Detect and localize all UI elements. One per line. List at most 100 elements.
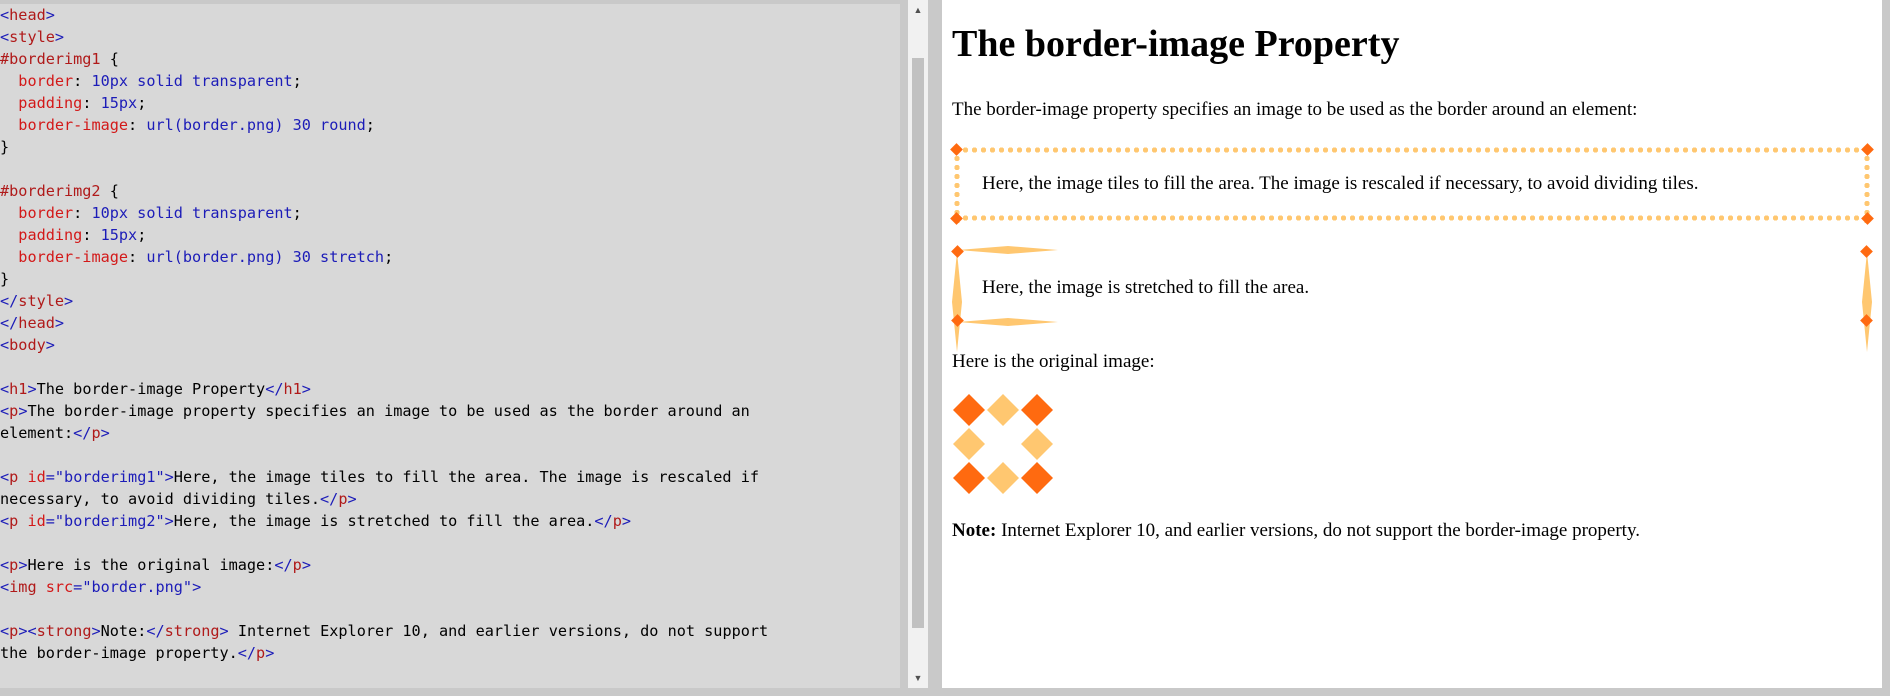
scroll-up-arrow-icon[interactable]: ▲ <box>908 0 928 20</box>
code-token: { <box>100 182 119 200</box>
code-token: src <box>45 578 74 596</box>
code-token: < <box>0 6 10 24</box>
code-token: border <box>18 72 74 90</box>
code-token: > <box>54 28 65 46</box>
code-token: head <box>9 6 46 24</box>
code-line: <img src="border.png"> <box>0 576 900 598</box>
code-token: </ <box>0 314 19 332</box>
code-line: ​ <box>0 158 900 180</box>
code-token: > <box>27 380 37 398</box>
scroll-thumb[interactable] <box>912 58 924 628</box>
code-token: </ <box>0 292 19 310</box>
code-line: </head> <box>0 312 900 334</box>
code-token: strong <box>164 622 220 640</box>
borderimg1-box: Here, the image tiles to fill the area. … <box>950 143 1874 225</box>
code-line: <head> <box>0 4 900 26</box>
code-line: #borderimg2 { <box>0 180 900 202</box>
corner-diamond-icon <box>950 143 963 156</box>
code-token: < <box>0 578 10 596</box>
code-token: </ <box>320 490 339 508</box>
code-token: id <box>27 512 46 530</box>
pane-divider[interactable] <box>930 0 942 696</box>
code-token: body <box>9 336 46 354</box>
code-line: element:</p> <box>0 422 900 444</box>
code-token: >< <box>18 622 37 640</box>
code-token: > <box>347 490 357 508</box>
code-token: head <box>18 314 55 332</box>
code-line: <style> <box>0 26 900 48</box>
code-line: ​ <box>0 598 900 620</box>
code-token: > <box>265 644 275 662</box>
code-token: border-image <box>18 248 129 266</box>
code-line: border-image: url(border.png) 30 stretch… <box>0 246 900 268</box>
code-token: ; <box>365 116 375 134</box>
code-token: style <box>9 28 55 46</box>
code-token: Here, the image is stretched to fill the… <box>173 512 595 530</box>
borderimg2-box: Here, the image is stretched to fill the… <box>951 245 1873 352</box>
borderimg2-text: Here, the image is stretched to fill the… <box>982 277 1310 298</box>
code-token: { <box>100 50 119 68</box>
code-token: strong <box>36 622 92 640</box>
code-token: > <box>45 6 55 24</box>
code-line: padding: 15px; <box>0 92 900 114</box>
corner-diamond-icon <box>1861 143 1874 156</box>
code-token: ; <box>384 248 394 266</box>
code-token: border-image <box>18 116 129 134</box>
code-token: ; <box>292 204 302 222</box>
code-token: The border-image Property <box>36 380 266 398</box>
code-token: h1 <box>9 380 28 398</box>
code-token: 10px solid transparent <box>91 204 293 222</box>
code-token: > <box>91 622 101 640</box>
result-pane: The border-image Property The border-ima… <box>942 0 1882 688</box>
note-label: Note: <box>952 520 997 541</box>
stretched-border-top <box>958 246 1058 254</box>
code-token: > <box>301 380 311 398</box>
code-text[interactable]: <head> <style> #borderimg1 { border: 10px … <box>0 4 900 664</box>
stretched-border-bottom <box>958 318 1058 326</box>
code-token: : <box>82 94 101 112</box>
code-token: : <box>82 226 101 244</box>
code-line: ​ <box>0 532 900 554</box>
code-token: < <box>0 402 10 420</box>
code-line: <p>Here is the original image:</p> <box>0 554 900 576</box>
code-token: "borderimg2" <box>54 512 165 530</box>
code-token: > <box>64 292 74 310</box>
code-token: Note: <box>100 622 147 640</box>
code-line: < p id="borderimg2" > Here, the image is st… <box>0 510 900 532</box>
code-token: url(border.png) 30 round <box>146 116 366 134</box>
code-token: 15px <box>100 94 138 112</box>
code-token: p <box>612 512 622 530</box>
code-token: url(border.png) 30 stretch <box>146 248 385 266</box>
corner-diamond-icon <box>1861 212 1874 225</box>
code-line: ​ <box>0 444 900 466</box>
code-token: padding <box>18 94 83 112</box>
code-token: </ <box>274 556 293 574</box>
code-token: > <box>192 578 202 596</box>
code-token: = <box>45 468 55 486</box>
code-line: border-image: url(border.png) 30 round; <box>0 114 900 136</box>
scroll-down-arrow-icon[interactable]: ▼ <box>908 668 928 688</box>
stretched-border-right <box>1862 252 1872 352</box>
code-line: } <box>0 136 900 158</box>
code-token: > <box>54 314 65 332</box>
code-token: : <box>128 116 147 134</box>
code-token: img <box>9 578 46 596</box>
code-token: < <box>0 512 10 530</box>
code-token: = <box>45 512 55 530</box>
code-line: } <box>0 268 900 290</box>
code-token: ; <box>292 72 302 90</box>
code-token: Here is the original image: <box>27 556 275 574</box>
code-token: </ <box>594 512 613 530</box>
page-title: The border-image Property <box>952 23 1400 65</box>
code-token: < <box>0 556 10 574</box>
code-line: <p id="borderimg1">Here, the image tiles… <box>0 466 900 488</box>
code-token: 15px <box>100 226 138 244</box>
code-token: > <box>621 512 632 530</box>
code-token: = <box>73 578 83 596</box>
code-editor[interactable]: <head> <style> #borderimg1 { border: 10px … <box>0 4 900 688</box>
editor-scrollbar[interactable]: ▲ ▼ <box>908 0 928 688</box>
code-token: </ <box>73 424 92 442</box>
border-png-image <box>953 394 1053 494</box>
